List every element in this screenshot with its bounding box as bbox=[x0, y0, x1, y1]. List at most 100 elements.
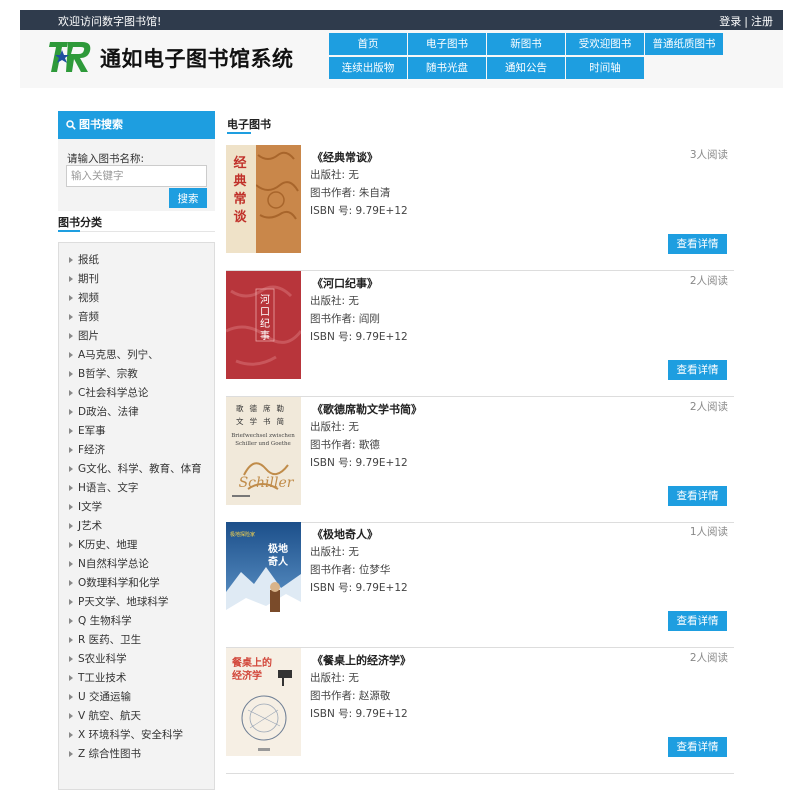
category-panel: 报纸 期刊 视频 音频 图片 A马克思、列宁、 B哲学、宗教 C社会科学总论 D政治、法律 E军事… bbox=[58, 242, 215, 790]
search-button[interactable]: 搜索 bbox=[169, 188, 207, 208]
svg-text:河: 河 bbox=[260, 294, 270, 306]
isbn-value: 9.79E+12 bbox=[355, 205, 408, 217]
auth-links: 登录 | 注册 bbox=[719, 13, 773, 29]
category-title-underline bbox=[58, 230, 80, 232]
reader-count: 1人阅读 bbox=[689, 526, 728, 538]
svg-text:常: 常 bbox=[233, 191, 246, 207]
auth-separator: | bbox=[744, 15, 748, 28]
category-item[interactable]: 报纸 bbox=[59, 251, 214, 270]
isbn-label: ISBN 号: bbox=[310, 457, 353, 469]
book-publisher: 出版社: 无 bbox=[310, 293, 359, 308]
book-item: 河口纪事《河口纪事》 出版社: 无图书作者: 阎刚 ISBN 号: 9.79E+12… bbox=[226, 271, 734, 397]
view-details-button[interactable]: 查看详情 bbox=[668, 737, 727, 757]
category-item[interactable]: T工业技术 bbox=[59, 669, 214, 688]
book-title[interactable]: 《极地奇人》 bbox=[312, 526, 378, 542]
category-item[interactable]: I文学 bbox=[59, 498, 214, 517]
search-icon bbox=[66, 120, 76, 130]
category-item[interactable]: P天文学、地球科学 bbox=[59, 593, 214, 612]
book-title[interactable]: 《歌德席勒文学书简》 bbox=[312, 401, 422, 417]
book-title[interactable]: 《经典常谈》 bbox=[312, 149, 378, 165]
publisher-label: 出版社: bbox=[310, 672, 346, 684]
nav-new-books[interactable]: 新图书 bbox=[487, 33, 565, 55]
view-details-button[interactable]: 查看详情 bbox=[668, 360, 727, 380]
author-value: 赵源敬 bbox=[358, 690, 391, 702]
logo-mark-icon bbox=[49, 42, 91, 72]
category-item[interactable]: H语言、文字 bbox=[59, 479, 214, 498]
svg-text:谈: 谈 bbox=[233, 209, 247, 225]
category-item[interactable]: B哲学、宗教 bbox=[59, 365, 214, 384]
category-item[interactable]: 图片 bbox=[59, 327, 214, 346]
category-item[interactable]: X 环境科学、安全科学 bbox=[59, 726, 214, 745]
isbn-label: ISBN 号: bbox=[310, 582, 353, 594]
view-details-button[interactable]: 查看详情 bbox=[668, 611, 727, 631]
search-input[interactable] bbox=[66, 165, 207, 187]
category-item[interactable]: F经济 bbox=[59, 441, 214, 460]
nav-serials[interactable]: 连续出版物 bbox=[329, 57, 407, 79]
publisher-value: 无 bbox=[348, 421, 359, 433]
book-author: 图书作者: 位梦华 bbox=[310, 562, 390, 577]
nav-notices[interactable]: 通知公告 bbox=[487, 57, 565, 79]
book-isbn: ISBN 号: 9.79E+12 bbox=[310, 455, 408, 470]
book-title[interactable]: 《餐桌上的经济学》 bbox=[312, 652, 411, 668]
publisher-value: 无 bbox=[348, 295, 359, 307]
search-panel: 图书搜索 请输入图书名称: 搜索 bbox=[58, 111, 215, 211]
svg-text:极地: 极地 bbox=[268, 542, 288, 555]
nav-popular-books[interactable]: 受欢迎图书 bbox=[566, 33, 644, 55]
book-cover[interactable]: 极地探险家 极地 奇人 bbox=[226, 522, 301, 630]
category-item[interactable]: U 交通运输 bbox=[59, 688, 214, 707]
nav-home[interactable]: 首页 bbox=[329, 33, 407, 55]
book-publisher: 出版社: 无 bbox=[310, 670, 359, 685]
book-publisher: 出版社: 无 bbox=[310, 419, 359, 434]
book-author: 图书作者: 歌德 bbox=[310, 437, 380, 452]
category-item[interactable]: G文化、科学、教育、体育 bbox=[59, 460, 214, 479]
nav-timeline[interactable]: 时间轴 bbox=[566, 57, 644, 79]
category-item[interactable]: N自然科学总论 bbox=[59, 555, 214, 574]
nav-cd[interactable]: 随书光盘 bbox=[408, 57, 486, 79]
category-item[interactable]: V 航空、航天 bbox=[59, 707, 214, 726]
nav-ebooks[interactable]: 电子图书 bbox=[408, 33, 486, 55]
category-item[interactable]: S农业科学 bbox=[59, 650, 214, 669]
svg-text:经: 经 bbox=[233, 155, 246, 171]
category-item[interactable]: J艺术 bbox=[59, 517, 214, 536]
book-cover[interactable]: 经典常谈 bbox=[226, 145, 301, 253]
book-cover[interactable]: 歌德席勒 文学书简 Briefwechsel zwischen Schiller un… bbox=[226, 397, 301, 505]
category-item[interactable]: E军事 bbox=[59, 422, 214, 441]
category-item[interactable]: 音频 bbox=[59, 308, 214, 327]
category-item[interactable]: Q 生物科学 bbox=[59, 612, 214, 631]
author-value: 歌德 bbox=[358, 439, 380, 451]
publisher-value: 无 bbox=[348, 546, 359, 558]
reader-count: 2人阅读 bbox=[689, 652, 728, 664]
category-item[interactable]: C社会科学总论 bbox=[59, 384, 214, 403]
view-details-button[interactable]: 查看详情 bbox=[668, 234, 727, 254]
isbn-value: 9.79E+12 bbox=[355, 457, 408, 469]
category-title: 图书分类 bbox=[58, 216, 102, 229]
register-link[interactable]: 注册 bbox=[751, 15, 773, 28]
svg-text:Briefwechsel zwischen: Briefwechsel zwischen bbox=[231, 433, 295, 439]
view-details-button[interactable]: 查看详情 bbox=[668, 486, 727, 506]
reader-count: 3人阅读 bbox=[689, 149, 728, 161]
book-cover[interactable]: 河口纪事 bbox=[226, 271, 301, 379]
author-value: 阎刚 bbox=[358, 313, 380, 325]
category-item[interactable]: A马克思、列宁、 bbox=[59, 346, 214, 365]
logo-title: 通如电子图书馆系统 bbox=[100, 47, 294, 71]
welcome-text: 欢迎访问数字图书馆! bbox=[58, 15, 162, 28]
svg-text:歌德席勒: 歌德席勒 bbox=[236, 403, 290, 413]
category-item[interactable]: D政治、法律 bbox=[59, 403, 214, 422]
category-item[interactable]: 视频 bbox=[59, 289, 214, 308]
book-author: 图书作者: 阎刚 bbox=[310, 311, 380, 326]
nav-paper-books[interactable]: 普通纸质图书 bbox=[645, 33, 723, 55]
book-cover[interactable]: 餐桌上的 经济学 bbox=[226, 648, 301, 756]
category-item[interactable]: K历史、地理 bbox=[59, 536, 214, 555]
category-item[interactable]: 期刊 bbox=[59, 270, 214, 289]
category-item[interactable]: O数理科学和化学 bbox=[59, 574, 214, 593]
book-title[interactable]: 《河口纪事》 bbox=[312, 275, 378, 291]
category-item[interactable]: R 医药、卫生 bbox=[59, 631, 214, 650]
site-logo[interactable]: 通如电子图书馆系统 bbox=[48, 38, 298, 76]
author-value: 朱自清 bbox=[358, 187, 391, 199]
login-link[interactable]: 登录 bbox=[719, 15, 741, 28]
category-item[interactable]: Z 综合性图书 bbox=[59, 745, 214, 764]
book-item: 歌德席勒 文学书简 Briefwechsel zwischen Schiller un… bbox=[226, 397, 734, 523]
book-isbn: ISBN 号: 9.79E+12 bbox=[310, 203, 408, 218]
svg-text:餐桌上的: 餐桌上的 bbox=[231, 656, 272, 669]
search-title: 图书搜索 bbox=[79, 118, 123, 131]
